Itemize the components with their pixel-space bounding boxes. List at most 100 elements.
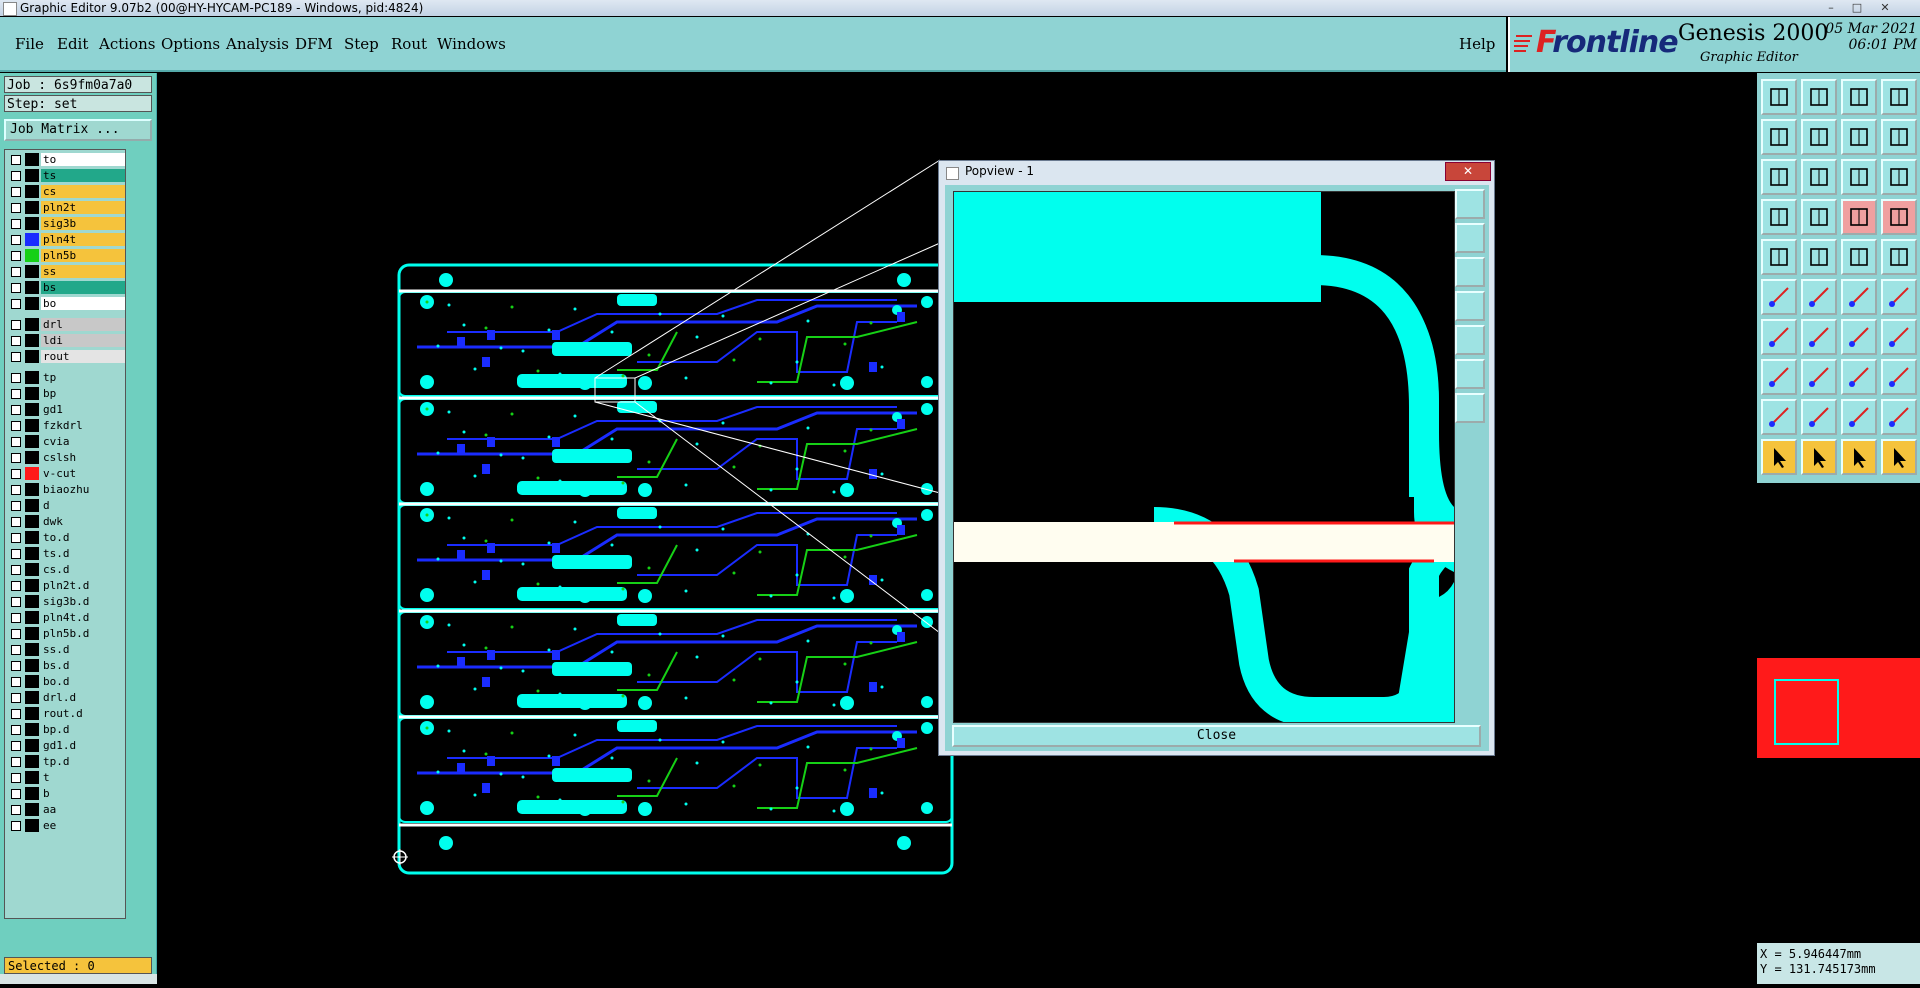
minus-button[interactable]: [1801, 359, 1837, 395]
popview-close-button[interactable]: Close: [952, 725, 1481, 747]
layer-checkbox[interactable]: [11, 437, 21, 447]
menu-rout[interactable]: Rout: [391, 35, 427, 53]
layer-checkbox[interactable]: [11, 299, 21, 309]
layer-name[interactable]: pln4t.d: [41, 611, 125, 624]
triangle-a-button[interactable]: [1801, 399, 1837, 435]
popview-pan-down-button[interactable]: [1455, 257, 1485, 287]
line-button[interactable]: [1841, 279, 1877, 315]
layer-color-swatch[interactable]: [25, 403, 39, 416]
pointer-select-button[interactable]: [1801, 439, 1837, 475]
layer-row[interactable]: ts: [5, 168, 125, 183]
layer-name[interactable]: cslsh: [41, 451, 125, 464]
layer-name[interactable]: pln2t.d: [41, 579, 125, 592]
layer-row[interactable]: to.d: [5, 530, 125, 545]
pan-left-button[interactable]: [1761, 119, 1797, 155]
layer-checkbox[interactable]: [11, 805, 21, 815]
layer-name[interactable]: t: [41, 771, 125, 784]
layer-name[interactable]: pln5b: [41, 249, 125, 262]
layer-row[interactable]: pln2t: [5, 200, 125, 215]
zoom-back-button[interactable]: [1841, 119, 1877, 155]
layer-name[interactable]: aa: [41, 803, 125, 816]
layer-row[interactable]: d: [5, 498, 125, 513]
layer-color-swatch[interactable]: [25, 563, 39, 576]
angle-button[interactable]: [1761, 319, 1797, 355]
layer-row[interactable]: rout: [5, 349, 125, 364]
layer-color-swatch[interactable]: [25, 515, 39, 528]
layer-color-swatch[interactable]: [25, 350, 39, 363]
scale-1to2-button[interactable]: [1841, 159, 1877, 195]
pointer-move-button[interactable]: [1841, 439, 1877, 475]
layer-color-swatch[interactable]: [25, 297, 39, 310]
layer-color-swatch[interactable]: [25, 755, 39, 768]
layer-row[interactable]: cslsh: [5, 450, 125, 465]
layer-name[interactable]: rout.d: [41, 707, 125, 720]
layer-name[interactable]: ts: [41, 169, 125, 182]
layer-name[interactable]: rout: [41, 350, 125, 363]
layer-color-swatch[interactable]: [25, 547, 39, 560]
pan-right-button[interactable]: [1801, 119, 1837, 155]
layer-checkbox[interactable]: [11, 453, 21, 463]
layer-name[interactable]: bo: [41, 297, 125, 310]
layer-color-swatch[interactable]: [25, 691, 39, 704]
layer-color-swatch[interactable]: [25, 803, 39, 816]
layer-checkbox[interactable]: [11, 533, 21, 543]
layer-row[interactable]: bo.d: [5, 674, 125, 689]
layer-color-swatch[interactable]: [25, 201, 39, 214]
layer-name[interactable]: bp.d: [41, 723, 125, 736]
layer-row[interactable]: to: [5, 152, 125, 167]
layer-color-swatch[interactable]: [25, 579, 39, 592]
layer-color-swatch[interactable]: [25, 419, 39, 432]
layer-name[interactable]: ts.d: [41, 547, 125, 560]
layer-row[interactable]: ss.d: [5, 642, 125, 657]
save-button[interactable]: [1801, 79, 1837, 115]
zoom-fit-button[interactable]: [1761, 159, 1797, 195]
popview-zoom-canvas[interactable]: [953, 191, 1462, 727]
layer-color-swatch[interactable]: [25, 217, 39, 230]
layer-checkbox[interactable]: [11, 613, 21, 623]
layer-row[interactable]: dwk: [5, 514, 125, 529]
layer-checkbox[interactable]: [11, 203, 21, 213]
layer-row[interactable]: biaozhu: [5, 482, 125, 497]
job-matrix-button[interactable]: Job Matrix ...: [4, 119, 152, 141]
layer-name[interactable]: drl: [41, 318, 125, 331]
layer-checkbox[interactable]: [11, 709, 21, 719]
layer-checkbox[interactable]: [11, 741, 21, 751]
select-box-button[interactable]: [1801, 239, 1837, 275]
layer-row[interactable]: rout.d: [5, 706, 125, 721]
triangle-b-button[interactable]: [1841, 399, 1877, 435]
ruler-button[interactable]: [1841, 239, 1877, 275]
layer-row[interactable]: tp.d: [5, 754, 125, 769]
layer-checkbox[interactable]: [11, 373, 21, 383]
pad-button[interactable]: [1761, 239, 1797, 275]
snap-button[interactable]: [1761, 199, 1797, 235]
layer-name[interactable]: ee: [41, 819, 125, 832]
layer-name[interactable]: to.d: [41, 531, 125, 544]
copy-button[interactable]: [1881, 359, 1917, 395]
layer-row[interactable]: ss: [5, 264, 125, 279]
layer-row[interactable]: fzkdrl: [5, 418, 125, 433]
layer-checkbox[interactable]: [11, 251, 21, 261]
layer-row[interactable]: cs.d: [5, 562, 125, 577]
popview-close-x[interactable]: ✕: [1445, 162, 1491, 181]
layer-checkbox[interactable]: [11, 517, 21, 527]
layer-name[interactable]: b: [41, 787, 125, 800]
layer-name[interactable]: d: [41, 499, 125, 512]
layer-row[interactable]: v-cut: [5, 466, 125, 481]
popview-window[interactable]: Popview - 1 ✕ Close: [938, 160, 1495, 756]
layer-row[interactable]: ee: [5, 818, 125, 833]
layer-row[interactable]: ldi: [5, 333, 125, 348]
layer-checkbox[interactable]: [11, 757, 21, 767]
layer-checkbox[interactable]: [11, 267, 21, 277]
layer-color-swatch[interactable]: [25, 659, 39, 672]
layer-name[interactable]: bo.d: [41, 675, 125, 688]
popview-fit-button[interactable]: [1455, 359, 1485, 389]
close-window-button[interactable]: ✕: [1874, 0, 1896, 14]
layer-row[interactable]: bp.d: [5, 722, 125, 737]
layer-color-swatch[interactable]: [25, 265, 39, 278]
menu-step[interactable]: Step: [344, 35, 379, 53]
layer-checkbox[interactable]: [11, 501, 21, 511]
layer-color-swatch[interactable]: [25, 739, 39, 752]
popview-zoom-in-button[interactable]: [1455, 189, 1485, 219]
menu-options[interactable]: Options: [161, 35, 220, 53]
dimension-button[interactable]: [1841, 359, 1877, 395]
